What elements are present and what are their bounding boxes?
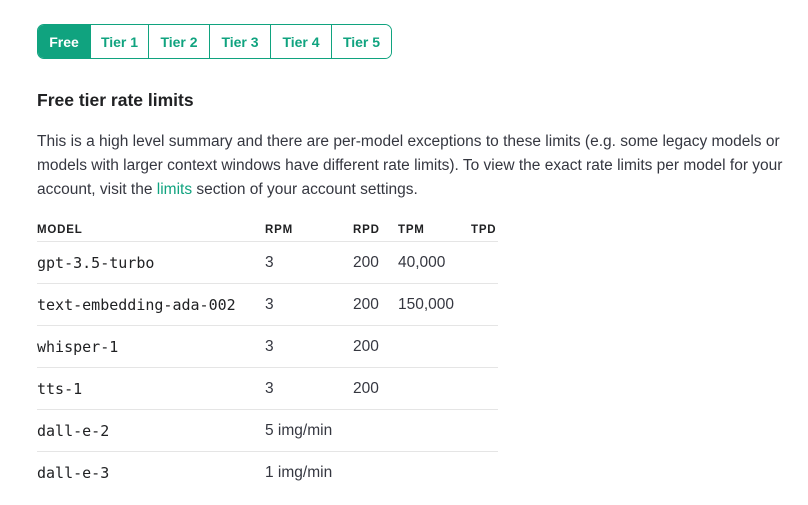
tier-selector: Free Tier 1 Tier 2 Tier 3 Tier 4 Tier 5 <box>37 24 392 59</box>
tpm-value <box>398 452 471 494</box>
rpm-value: 3 <box>265 367 353 410</box>
tab-tier-1[interactable]: Tier 1 <box>90 25 148 58</box>
column-header-tpm: TPM <box>398 219 471 242</box>
rate-limits-table: MODEL RPM RPD TPM TPD gpt-3.5-turbo 3 20… <box>37 219 498 493</box>
table-header-row: MODEL RPM RPD TPM TPD <box>37 219 498 242</box>
column-header-model: MODEL <box>37 219 265 242</box>
table-row: tts-1 3 200 <box>37 367 498 410</box>
table-row: dall-e-3 1 img/min <box>37 452 498 494</box>
tpd-value <box>471 241 498 284</box>
model-name: dall-e-2 <box>37 409 265 452</box>
rpd-value: 200 <box>353 367 398 410</box>
tpd-value <box>471 409 498 452</box>
tab-tier-5[interactable]: Tier 5 <box>331 25 391 58</box>
tpd-value <box>471 325 498 368</box>
tpm-value: 150,000 <box>398 283 471 326</box>
table-row: whisper-1 3 200 <box>37 325 498 368</box>
summary-text-after: section of your account settings. <box>192 181 418 198</box>
tab-tier-2[interactable]: Tier 2 <box>148 25 209 58</box>
tab-free[interactable]: Free <box>38 25 90 58</box>
tpm-value <box>398 325 471 368</box>
rpd-value: 200 <box>353 241 398 284</box>
tpd-value <box>471 283 498 326</box>
summary-paragraph: This is a high level summary and there a… <box>37 130 805 202</box>
rpd-value <box>353 409 398 452</box>
rpd-value: 200 <box>353 325 398 368</box>
rpd-value <box>353 452 398 494</box>
column-header-tpd: TPD <box>471 219 498 242</box>
table-row: dall-e-2 5 img/min <box>37 409 498 452</box>
rate-limits-page: Free Tier 1 Tier 2 Tier 3 Tier 4 Tier 5 … <box>0 0 808 505</box>
tab-tier-4[interactable]: Tier 4 <box>270 25 331 58</box>
table-row: gpt-3.5-turbo 3 200 40,000 <box>37 241 498 284</box>
model-name: dall-e-3 <box>37 463 110 482</box>
limits-link[interactable]: limits <box>157 181 192 198</box>
tpd-value <box>471 367 498 410</box>
model-name: whisper-1 <box>37 325 265 368</box>
rpm-value: 5 img/min <box>265 409 353 452</box>
tpm-value <box>398 409 471 452</box>
rpm-value: 3 <box>265 325 353 368</box>
table-row: text-embedding-ada-002 3 200 150,000 <box>37 283 498 326</box>
tpd-value <box>471 452 498 494</box>
rpd-value: 200 <box>353 283 398 326</box>
tpm-value: 40,000 <box>398 241 471 284</box>
rpm-value: 3 <box>265 283 353 326</box>
rpm-value: 1 img/min <box>265 463 333 481</box>
column-header-rpm: RPM <box>265 219 353 242</box>
model-name: gpt-3.5-turbo <box>37 241 265 284</box>
model-name: text-embedding-ada-002 <box>37 283 265 326</box>
tpm-value <box>398 367 471 410</box>
column-header-rpd: RPD <box>353 219 398 242</box>
rpm-value: 3 <box>265 241 353 284</box>
section-heading: Free tier rate limits <box>37 90 194 110</box>
model-name: tts-1 <box>37 367 265 410</box>
tab-tier-3[interactable]: Tier 3 <box>209 25 270 58</box>
